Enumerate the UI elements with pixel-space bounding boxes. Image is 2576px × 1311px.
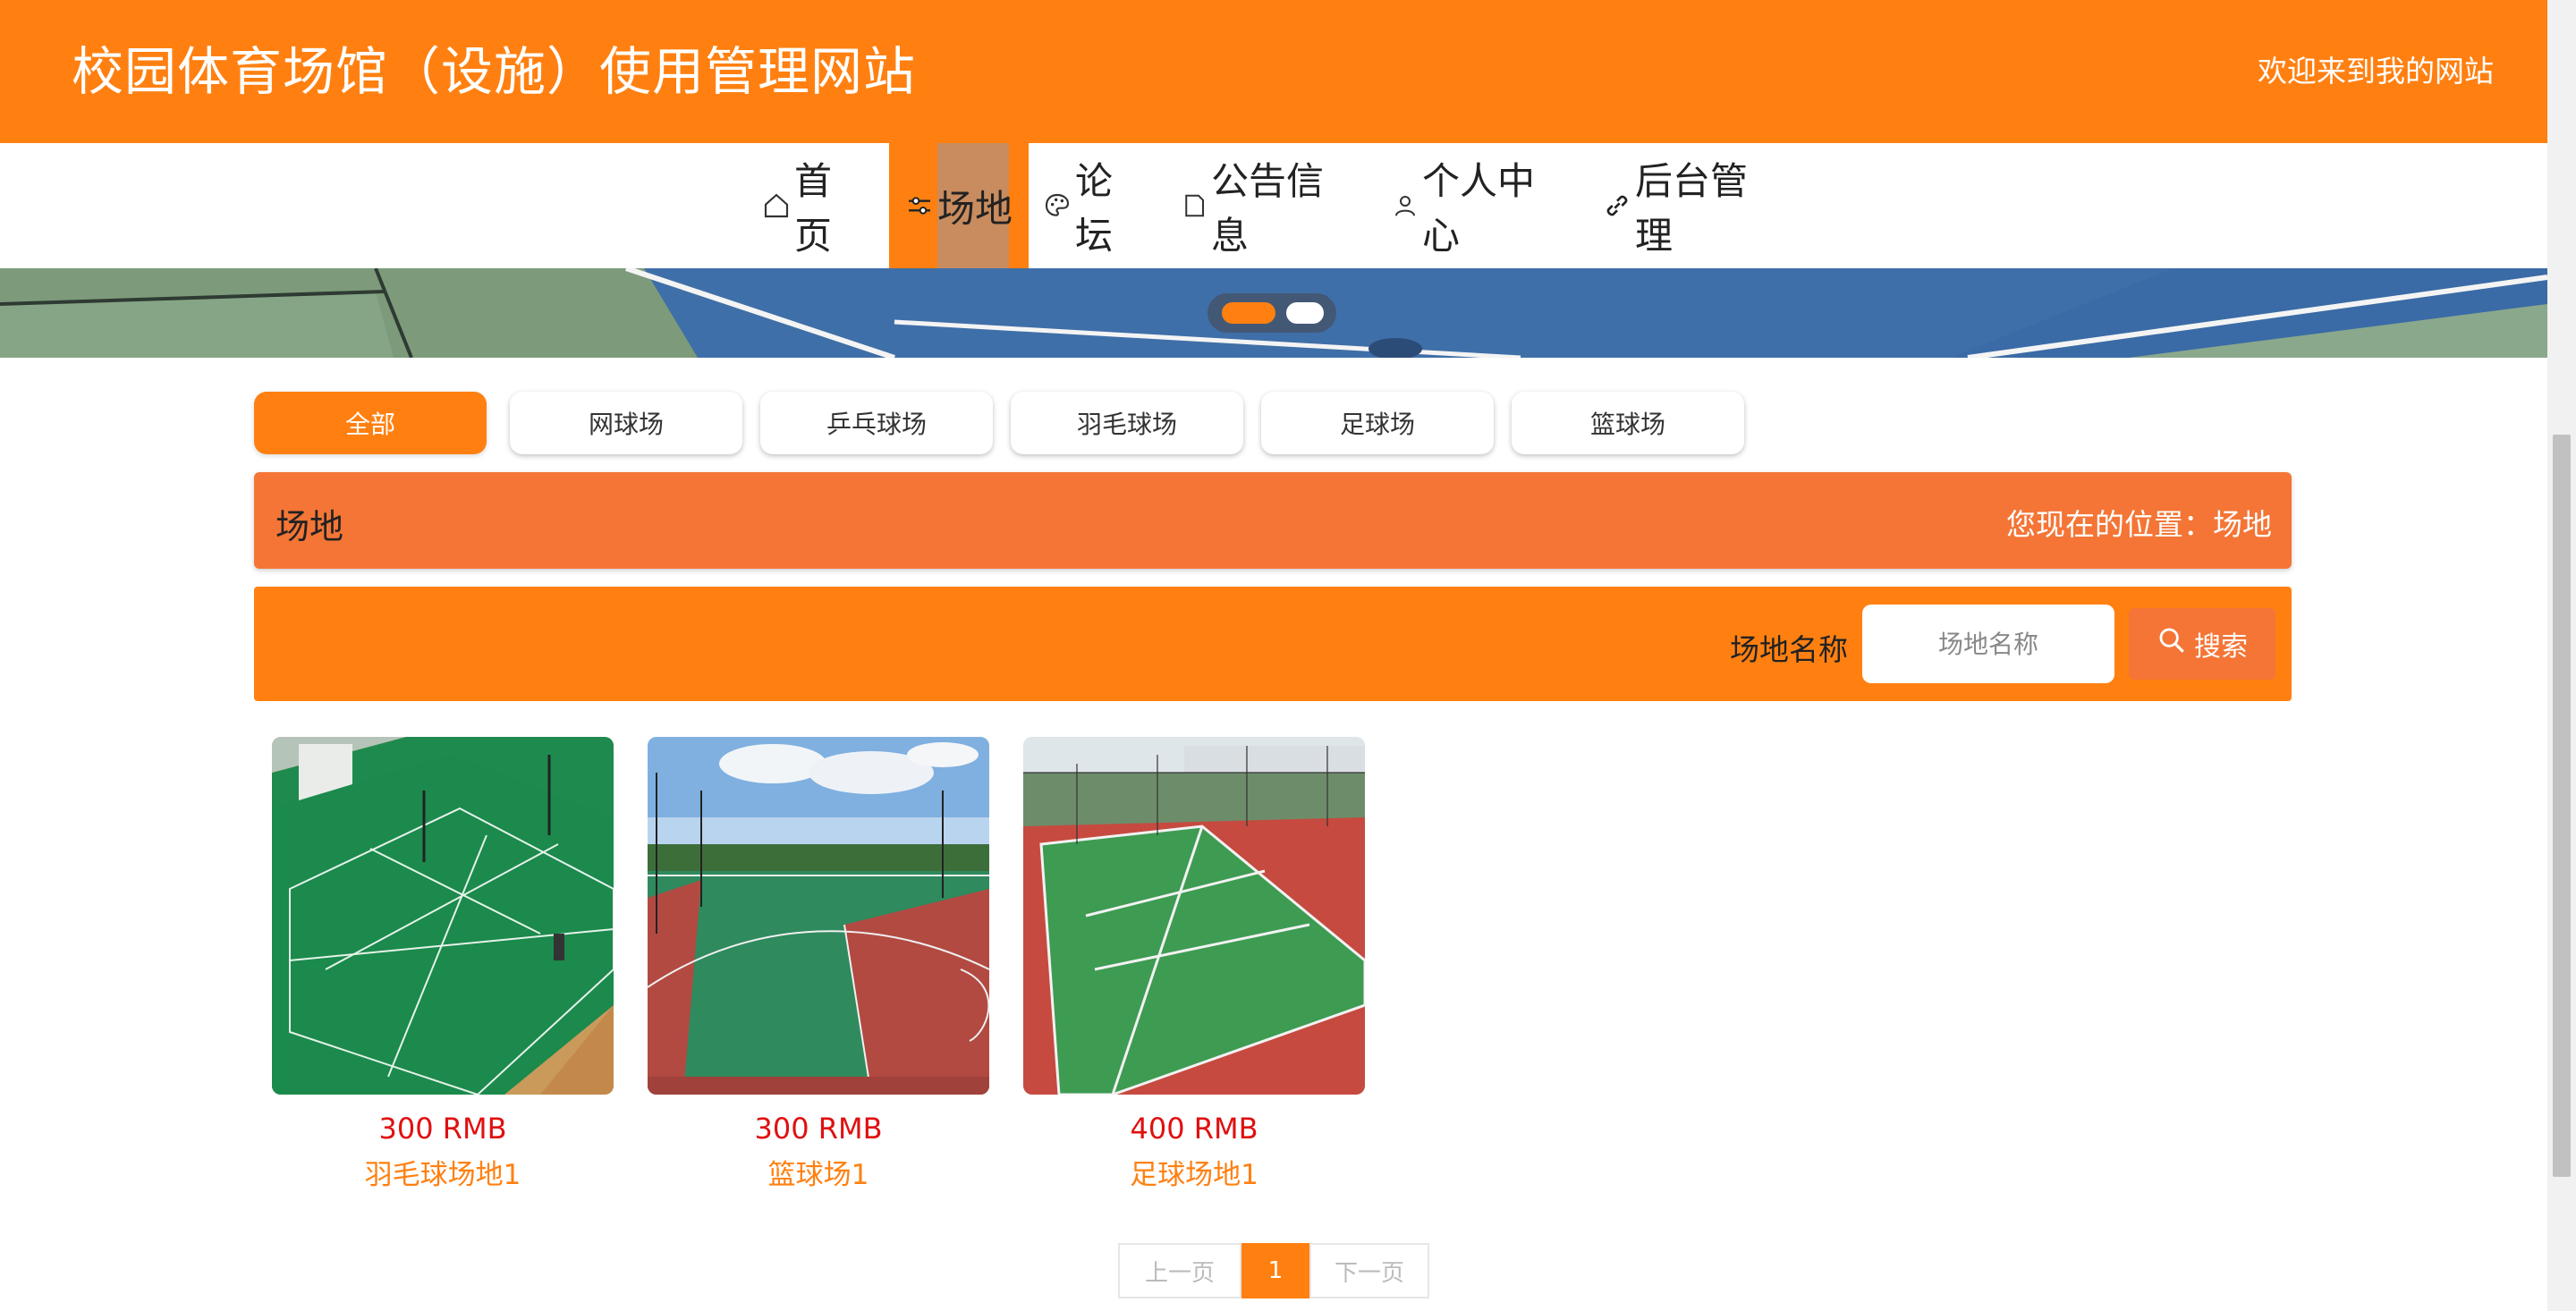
- vertical-scrollbar[interactable]: [2547, 0, 2576, 1311]
- venue-name[interactable]: 篮球场1: [648, 1155, 989, 1195]
- section-title: 场地: [275, 507, 344, 546]
- search-bar: 场地名称 搜索: [254, 587, 2292, 701]
- prev-page-button[interactable]: 上一页: [1118, 1243, 1241, 1298]
- user-icon: [1392, 191, 1419, 220]
- search-icon: [2157, 625, 2194, 663]
- venue-price: 400 RMB: [1130, 1112, 1258, 1146]
- carousel-indicator: [1208, 293, 1336, 333]
- search-label: 场地名称: [1730, 632, 1848, 667]
- venue-card[interactable]: 300 RMB 羽毛球场地1: [272, 737, 614, 1195]
- search-button-label: 搜索: [2194, 631, 2248, 663]
- nav-item-profile[interactable]: 个人中心: [1392, 143, 1569, 268]
- venue-name[interactable]: 羽毛球场地1: [272, 1155, 614, 1195]
- pagination: 上一页 1 下一页: [1118, 1243, 1429, 1298]
- search-button[interactable]: 搜索: [2129, 608, 2275, 680]
- site-title: 校园体育场馆（设施）使用管理网站: [72, 41, 917, 102]
- palette-icon: [1043, 191, 1072, 220]
- nav-item-label: 场地: [936, 186, 1013, 231]
- nav-item-label: 个人中心: [1422, 159, 1536, 258]
- venue-price: 300 RMB: [754, 1112, 883, 1146]
- location-bar: 场地 您现在的位置：场地: [254, 472, 2292, 569]
- search-input[interactable]: [1862, 605, 2114, 683]
- nav-item-home[interactable]: 首页: [762, 143, 868, 268]
- venue-name[interactable]: 足球场地1: [1023, 1155, 1365, 1195]
- nav-item-admin[interactable]: 后台管理: [1603, 143, 1784, 268]
- page-number-button[interactable]: 1: [1241, 1243, 1309, 1298]
- sliders-icon: [905, 191, 934, 220]
- badminton-court-image: [272, 737, 614, 1095]
- tennis-court-image: [1023, 737, 1365, 1095]
- page: 校园体育场馆（设施）使用管理网站 欢迎来到我的网站 首页 场地 论坛 公告信息 …: [0, 0, 2547, 1311]
- link-icon: [1603, 191, 1631, 220]
- category-tabs: 全部 网球场 乒乓球场 羽毛球场 足球场 篮球场: [254, 392, 2311, 456]
- site-header: 校园体育场馆（设施）使用管理网站 欢迎来到我的网站: [0, 0, 2547, 143]
- scrollbar-thumb[interactable]: [2553, 435, 2571, 1177]
- banner-carousel[interactable]: [0, 268, 2547, 358]
- welcome-text: 欢迎来到我的网站: [2258, 54, 2494, 89]
- venue-price: 300 RMB: [378, 1112, 507, 1146]
- tab-table-tennis[interactable]: 乒乓球场: [760, 392, 993, 454]
- home-icon: [762, 191, 791, 220]
- main-nav: 首页 场地 论坛 公告信息 个人中心 后台管理: [0, 143, 2547, 268]
- nav-item-forum[interactable]: 论坛: [1043, 143, 1148, 268]
- tab-all[interactable]: 全部: [254, 392, 487, 454]
- breadcrumb: 您现在的位置：场地: [2006, 507, 2272, 542]
- nav-item-label: 公告信息: [1211, 159, 1325, 258]
- nav-item-venue[interactable]: 场地: [889, 143, 1029, 268]
- carousel-dot-active[interactable]: [1222, 302, 1275, 324]
- tab-badminton[interactable]: 羽毛球场: [1011, 392, 1243, 454]
- nav-item-notice[interactable]: 公告信息: [1181, 143, 1358, 268]
- nav-item-label: 后台管理: [1635, 159, 1749, 258]
- next-page-button[interactable]: 下一页: [1309, 1243, 1429, 1298]
- tab-tennis[interactable]: 网球场: [510, 392, 742, 454]
- nav-item-label: 首页: [794, 159, 833, 258]
- venue-card[interactable]: 300 RMB 篮球场1: [648, 737, 989, 1195]
- tab-football[interactable]: 足球场: [1261, 392, 1494, 454]
- venue-card[interactable]: 400 RMB 足球场地1: [1023, 737, 1365, 1195]
- nav-item-label: 论坛: [1075, 159, 1114, 258]
- carousel-dot[interactable]: [1286, 302, 1324, 324]
- basketball-court-image: [648, 737, 989, 1095]
- tab-basketball[interactable]: 篮球场: [1512, 392, 1744, 454]
- document-icon: [1181, 191, 1208, 220]
